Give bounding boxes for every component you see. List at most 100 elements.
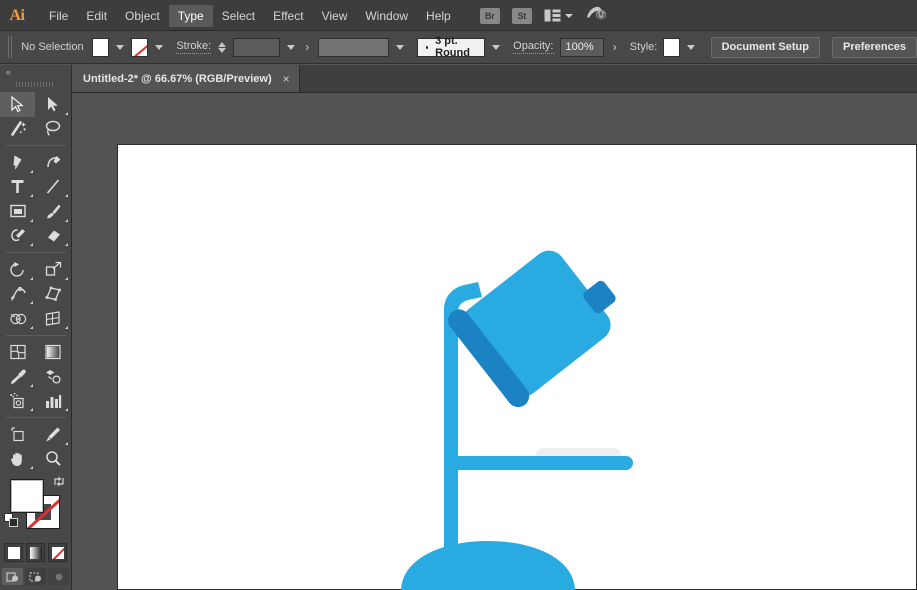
tools-panel-grip[interactable] <box>16 79 55 89</box>
line-segment-tool[interactable] <box>35 175 70 200</box>
menu-edit[interactable]: Edit <box>77 5 116 27</box>
color-controls <box>0 475 72 537</box>
control-bar-grip[interactable] <box>8 36 13 58</box>
stroke-color-swatch[interactable] <box>131 37 148 57</box>
artboard[interactable] <box>117 144 917 590</box>
column-graph-tool[interactable] <box>35 389 70 414</box>
shape-builder-tool[interactable] <box>0 306 35 331</box>
document-tab-title: Untitled-2* @ 66.67% (RGB/Preview) <box>83 72 272 85</box>
graphic-style-swatch[interactable] <box>663 37 681 57</box>
mesh-tool[interactable] <box>0 340 35 365</box>
selection-status: No Selection <box>21 41 84 53</box>
control-bar: No Selection Stroke: › 3 pt. Round Opaci… <box>0 31 917 64</box>
selection-tool[interactable] <box>0 92 35 117</box>
drawing-mode-buttons <box>0 568 71 585</box>
gradient-tool[interactable] <box>35 340 70 365</box>
lasso-tool[interactable] <box>35 117 70 142</box>
fill-color-swatch[interactable] <box>91 37 109 57</box>
scale-tool[interactable] <box>35 257 70 282</box>
canvas-area[interactable] <box>73 93 917 590</box>
tool-grid <box>0 92 72 471</box>
free-transform-tool[interactable] <box>35 282 70 307</box>
menu-type[interactable]: Type <box>168 4 213 27</box>
menu-window[interactable]: Window <box>356 5 417 27</box>
opacity-options-arrow-icon[interactable]: › <box>610 40 620 54</box>
direct-selection-tool[interactable] <box>35 92 70 117</box>
stroke-options-arrow-icon[interactable]: › <box>302 40 312 54</box>
type-tool[interactable] <box>0 175 35 200</box>
stroke-swatch-dropdown-icon[interactable] <box>154 38 165 57</box>
menu-object[interactable]: Object <box>116 5 169 27</box>
stroke-profile-field[interactable] <box>318 37 389 57</box>
document-setup-button[interactable]: Document Setup <box>710 36 820 58</box>
tools-divider-4 <box>6 417 66 418</box>
menu-bar: Ai File Edit Object Type Select Effect V… <box>0 0 917 31</box>
fill-swatch-dropdown-icon[interactable] <box>115 38 126 57</box>
bridge-icon[interactable]: Br <box>479 7 500 24</box>
magic-wand-tool[interactable] <box>0 117 35 142</box>
rotate-tool[interactable] <box>0 257 35 282</box>
width-tool[interactable] <box>0 282 35 307</box>
paintbrush-tool[interactable] <box>35 199 70 224</box>
opacity-input[interactable]: 100% <box>559 37 604 57</box>
eyedropper-tool[interactable] <box>0 364 35 389</box>
color-button[interactable] <box>4 543 23 562</box>
tools-divider <box>6 145 66 146</box>
menu-items: File Edit Object Type Select Effect View… <box>40 0 460 31</box>
symbol-sprayer-tool[interactable] <box>0 389 35 414</box>
zoom-tool[interactable] <box>35 447 70 472</box>
document-tab[interactable]: Untitled-2* @ 66.67% (RGB/Preview) × <box>72 65 300 92</box>
artboard-tool[interactable] <box>0 422 35 447</box>
gradient-button[interactable] <box>26 543 45 562</box>
stroke-weight-dropdown-icon[interactable] <box>286 38 297 57</box>
slice-tool[interactable] <box>35 422 70 447</box>
graphic-style-dropdown-icon[interactable] <box>686 38 697 57</box>
shaper-tool[interactable] <box>0 224 35 249</box>
brush-definition-label: 3 pt. Round <box>435 35 470 59</box>
stroke-weight-stepper[interactable] <box>218 41 227 53</box>
app-logo-icon: Ai <box>9 6 26 24</box>
draw-behind-icon[interactable] <box>25 568 46 585</box>
lamp-arm <box>448 456 633 470</box>
blend-tool[interactable] <box>35 364 70 389</box>
brush-preview-icon <box>426 45 429 49</box>
draw-normal-icon[interactable] <box>2 568 23 585</box>
lamp-pole <box>444 310 458 555</box>
menu-effect[interactable]: Effect <box>264 5 312 27</box>
collapse-panel-icon[interactable]: « <box>0 65 71 79</box>
default-fill-stroke-icon[interactable] <box>4 513 19 533</box>
tools-panel: « <box>0 65 72 590</box>
stroke-profile-dropdown-icon[interactable] <box>395 38 406 57</box>
pen-tool[interactable] <box>0 150 35 175</box>
perspective-grid-tool[interactable] <box>35 306 70 331</box>
stock-icon[interactable]: St <box>511 7 532 24</box>
opacity-label: Opacity: <box>513 40 554 54</box>
illustrator-window: Ai File Edit Object Type Select Effect V… <box>0 0 917 590</box>
fill-color-indicator[interactable] <box>10 479 44 513</box>
none-button[interactable] <box>48 543 67 562</box>
swap-fill-stroke-icon[interactable] <box>52 475 66 493</box>
menu-file[interactable]: File <box>40 5 77 27</box>
lamp-shade <box>462 250 611 397</box>
menu-select[interactable]: Select <box>213 5 264 27</box>
chevron-down-icon <box>564 13 573 18</box>
arrange-documents-icon[interactable] <box>544 9 573 22</box>
rectangle-tool[interactable] <box>0 199 35 224</box>
menu-help[interactable]: Help <box>417 5 460 27</box>
preferences-button[interactable]: Preferences <box>831 36 917 58</box>
menu-bar-right-cluster: Br St <box>479 0 607 31</box>
draw-inside-icon[interactable] <box>48 568 69 585</box>
menu-view[interactable]: View <box>313 5 357 27</box>
close-icon[interactable]: × <box>283 73 290 85</box>
curvature-tool[interactable] <box>35 150 70 175</box>
stroke-weight-field[interactable] <box>233 37 280 57</box>
eraser-tool[interactable] <box>35 224 70 249</box>
stroke-weight-label: Stroke: <box>176 40 212 54</box>
style-label: Style: <box>629 41 658 53</box>
brush-definition-field[interactable]: 3 pt. Round <box>417 35 485 59</box>
brush-definition-dropdown-icon[interactable] <box>491 38 502 57</box>
desk-lamp-illustration[interactable] <box>118 145 917 590</box>
tools-divider-2 <box>6 252 66 253</box>
workspace-switcher-icon[interactable] <box>585 4 607 27</box>
hand-tool[interactable] <box>0 447 35 472</box>
